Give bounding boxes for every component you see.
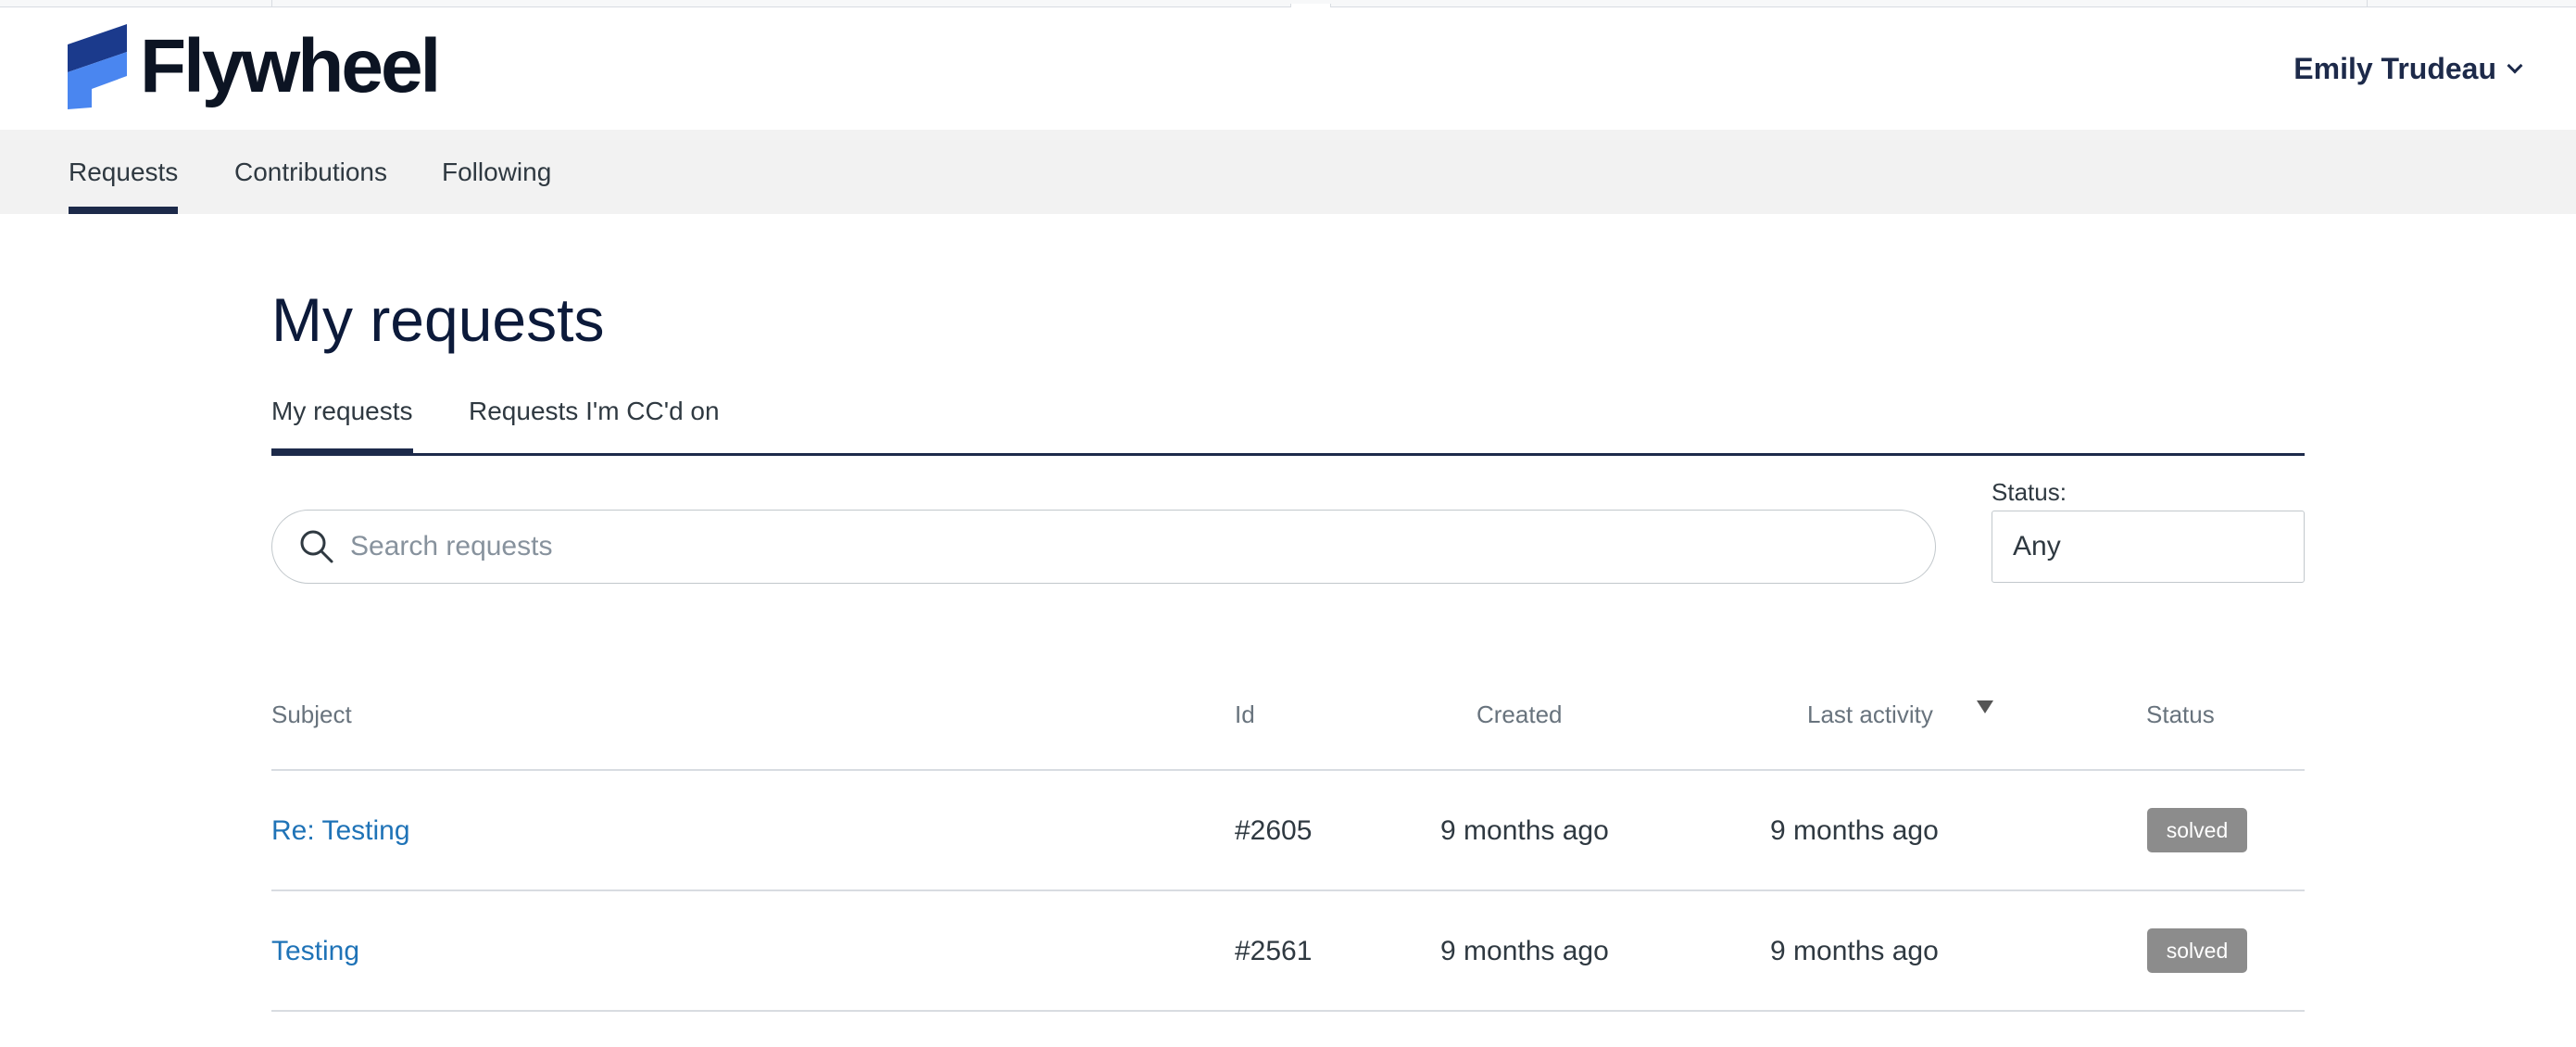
site-header: Flywheel Emily Trudeau: [0, 7, 2576, 130]
flywheel-logo-icon: [68, 24, 127, 109]
sort-descending-icon[interactable]: [1977, 700, 1993, 713]
divider: [271, 0, 272, 7]
chevron-down-icon: [2507, 57, 2523, 73]
divider: [2367, 0, 2368, 7]
tab-cc-requests[interactable]: Requests I'm CC'd on: [469, 397, 720, 456]
request-id: #2561: [1235, 936, 1313, 966]
brand-name: Flywheel: [140, 24, 441, 108]
status-badge: solved: [2147, 928, 2247, 973]
search-icon: [298, 528, 335, 565]
request-tabs: My requests Requests I'm CC'd on: [271, 389, 2305, 456]
request-id: #2605: [1235, 815, 1313, 846]
status-filter-label: Status:: [1992, 478, 2067, 506]
status-badge: solved: [2147, 808, 2247, 852]
search-box: [271, 510, 1936, 584]
column-header-status[interactable]: Status: [2146, 700, 2215, 729]
user-menu[interactable]: Emily Trudeau: [2293, 52, 2523, 86]
page-title: My requests: [271, 285, 605, 354]
request-subject-link[interactable]: Testing: [271, 936, 359, 967]
search-input[interactable]: [350, 531, 1879, 562]
brand-logo[interactable]: Flywheel: [68, 24, 441, 109]
request-subject-link[interactable]: Re: Testing: [271, 815, 410, 847]
nav-following[interactable]: Following: [442, 130, 551, 214]
user-name: Emily Trudeau: [2293, 52, 2496, 85]
table-divider: [271, 769, 2305, 771]
column-header-created[interactable]: Created: [1476, 700, 1563, 729]
table-divider: [271, 1010, 2305, 1012]
status-filter-select[interactable]: Any: [1992, 511, 2305, 583]
nav-requests[interactable]: Requests: [69, 130, 179, 214]
column-header-last-activity[interactable]: Last activity: [1807, 700, 1933, 729]
nav-contributions[interactable]: Contributions: [234, 130, 387, 214]
column-header-id[interactable]: Id: [1235, 700, 1255, 729]
request-last-activity: 9 months ago: [1770, 936, 1939, 966]
request-created: 9 months ago: [1440, 936, 1609, 966]
column-header-subject[interactable]: Subject: [271, 700, 352, 729]
top-edge-strip: [0, 0, 2576, 7]
table-divider: [271, 889, 2305, 891]
request-created: 9 months ago: [1440, 815, 1609, 846]
tab-my-requests[interactable]: My requests: [271, 397, 413, 456]
request-last-activity: 9 months ago: [1770, 815, 1939, 846]
main-nav: Requests Contributions Following: [0, 130, 2576, 214]
